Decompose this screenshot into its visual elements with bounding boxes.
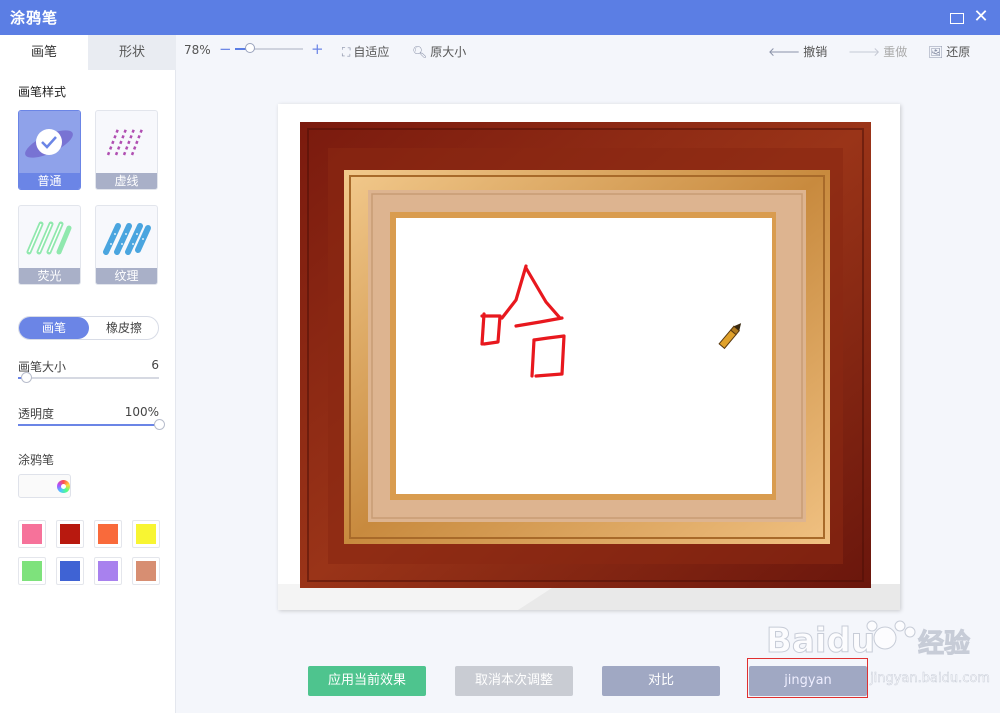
color-section-title: 涂鸦笔	[18, 453, 55, 467]
close-icon[interactable]: ✕	[972, 8, 990, 26]
zoom-slider-handle[interactable]	[244, 43, 255, 53]
restore-label: 还原	[946, 45, 971, 59]
color-swatch-fill	[60, 561, 80, 581]
undo-label: 撤销	[803, 45, 828, 59]
window-title: 涂鸦笔	[10, 9, 59, 27]
title-bar: 涂鸦笔 ✕	[0, 0, 1000, 35]
drawing-canvas[interactable]	[278, 104, 900, 610]
color-swatch[interactable]	[94, 557, 122, 585]
opacity-value: 100%	[124, 405, 159, 419]
redo-button[interactable]: 🡒 重做	[848, 43, 907, 60]
current-color-preview[interactable]	[18, 474, 71, 498]
watermark-url: jingyan.baidu.com	[869, 671, 990, 686]
opacity-label: 透明度	[18, 407, 55, 421]
tab-shape[interactable]: 形状	[88, 35, 176, 70]
image-icon: 🖼︎	[928, 45, 944, 59]
compare-button[interactable]: 对比	[602, 666, 720, 696]
color-swatch[interactable]	[56, 557, 84, 585]
fit-button[interactable]: ⛶ 自适应	[342, 43, 389, 60]
original-size-button[interactable]: 🔍︎ 原大小	[412, 43, 466, 60]
fluorescent-brush-preview	[19, 206, 80, 268]
tab-brush[interactable]: 画笔	[0, 35, 88, 70]
zoom-in-button[interactable]: +	[311, 40, 324, 58]
left-panel: 画笔 形状 画笔样式 普通 虚线 荧光 纹理 画笔 橡皮擦 画笔大小 6 透明度…	[0, 35, 176, 713]
color-swatch[interactable]	[18, 520, 46, 548]
watermark-cn: 经验	[918, 628, 970, 659]
brush-mode-button[interactable]: 画笔	[19, 317, 89, 339]
color-swatch-fill	[98, 524, 118, 544]
undo-button[interactable]: 🡐 撤销	[768, 43, 827, 60]
brush-style-label: 虚线	[96, 173, 157, 189]
redo-label: 重做	[883, 45, 908, 59]
color-swatch-fill	[22, 561, 42, 581]
brush-style-dashed[interactable]: 虚线	[95, 110, 158, 190]
brush-size-handle[interactable]	[21, 372, 33, 383]
color-swatch[interactable]	[56, 520, 84, 548]
magnifier-icon: 🔍︎	[412, 45, 428, 59]
restore-button[interactable]: 🖼︎ 还原	[928, 43, 970, 60]
opacity-fill	[18, 424, 159, 426]
cancel-adjust-button[interactable]: 取消本次调整	[455, 666, 573, 696]
brush-style-label: 荧光	[19, 268, 80, 284]
normal-brush-preview	[19, 111, 80, 173]
fit-label: 自适应	[353, 45, 390, 59]
redo-arrow-icon: 🡒	[848, 45, 881, 59]
color-swatch-fill	[98, 561, 118, 581]
brush-style-title: 画笔样式	[18, 85, 67, 99]
zoom-slider[interactable]	[235, 43, 303, 53]
fit-icon: ⛶	[342, 45, 351, 59]
watermark-brand: Baidu	[766, 621, 875, 661]
maximize-icon[interactable]	[948, 8, 966, 26]
brush-style-normal[interactable]: 普通	[18, 110, 81, 190]
undo-arrow-icon: 🡐	[768, 45, 801, 59]
brush-size-track[interactable]	[18, 372, 159, 383]
texture-brush-preview	[96, 206, 157, 268]
opacity-handle[interactable]	[154, 419, 165, 430]
color-swatch[interactable]	[132, 520, 160, 548]
brush-style-fluorescent[interactable]: 荧光	[18, 205, 81, 285]
original-size-label: 原大小	[430, 45, 467, 59]
brush-style-texture[interactable]: 纹理	[95, 205, 158, 285]
highlight-box	[747, 658, 868, 698]
brush-size-value: 6	[151, 358, 159, 372]
brush-style-label: 普通	[19, 173, 80, 189]
color-swatch-fill	[22, 524, 42, 544]
zoom-out-button[interactable]: −	[219, 40, 232, 58]
zoom-level: 78%	[184, 43, 211, 57]
color-swatch-fill	[136, 561, 156, 581]
apply-effect-button[interactable]: 应用当前效果	[308, 666, 426, 696]
color-swatch[interactable]	[132, 557, 160, 585]
opacity-track[interactable]	[18, 419, 165, 430]
color-swatch-fill	[60, 524, 80, 544]
color-swatch[interactable]	[18, 557, 46, 585]
brush-mode-toggle: 画笔 橡皮擦	[18, 316, 159, 340]
brush-style-label: 纹理	[96, 268, 157, 284]
color-picker-icon[interactable]	[57, 480, 70, 493]
panel-tabs: 画笔 形状	[0, 35, 176, 70]
dashed-brush-preview	[96, 111, 157, 173]
color-swatch-fill	[136, 524, 156, 544]
picture-frame-image	[278, 122, 900, 610]
color-swatch[interactable]	[94, 520, 122, 548]
eraser-mode-button[interactable]: 橡皮擦	[89, 317, 159, 339]
